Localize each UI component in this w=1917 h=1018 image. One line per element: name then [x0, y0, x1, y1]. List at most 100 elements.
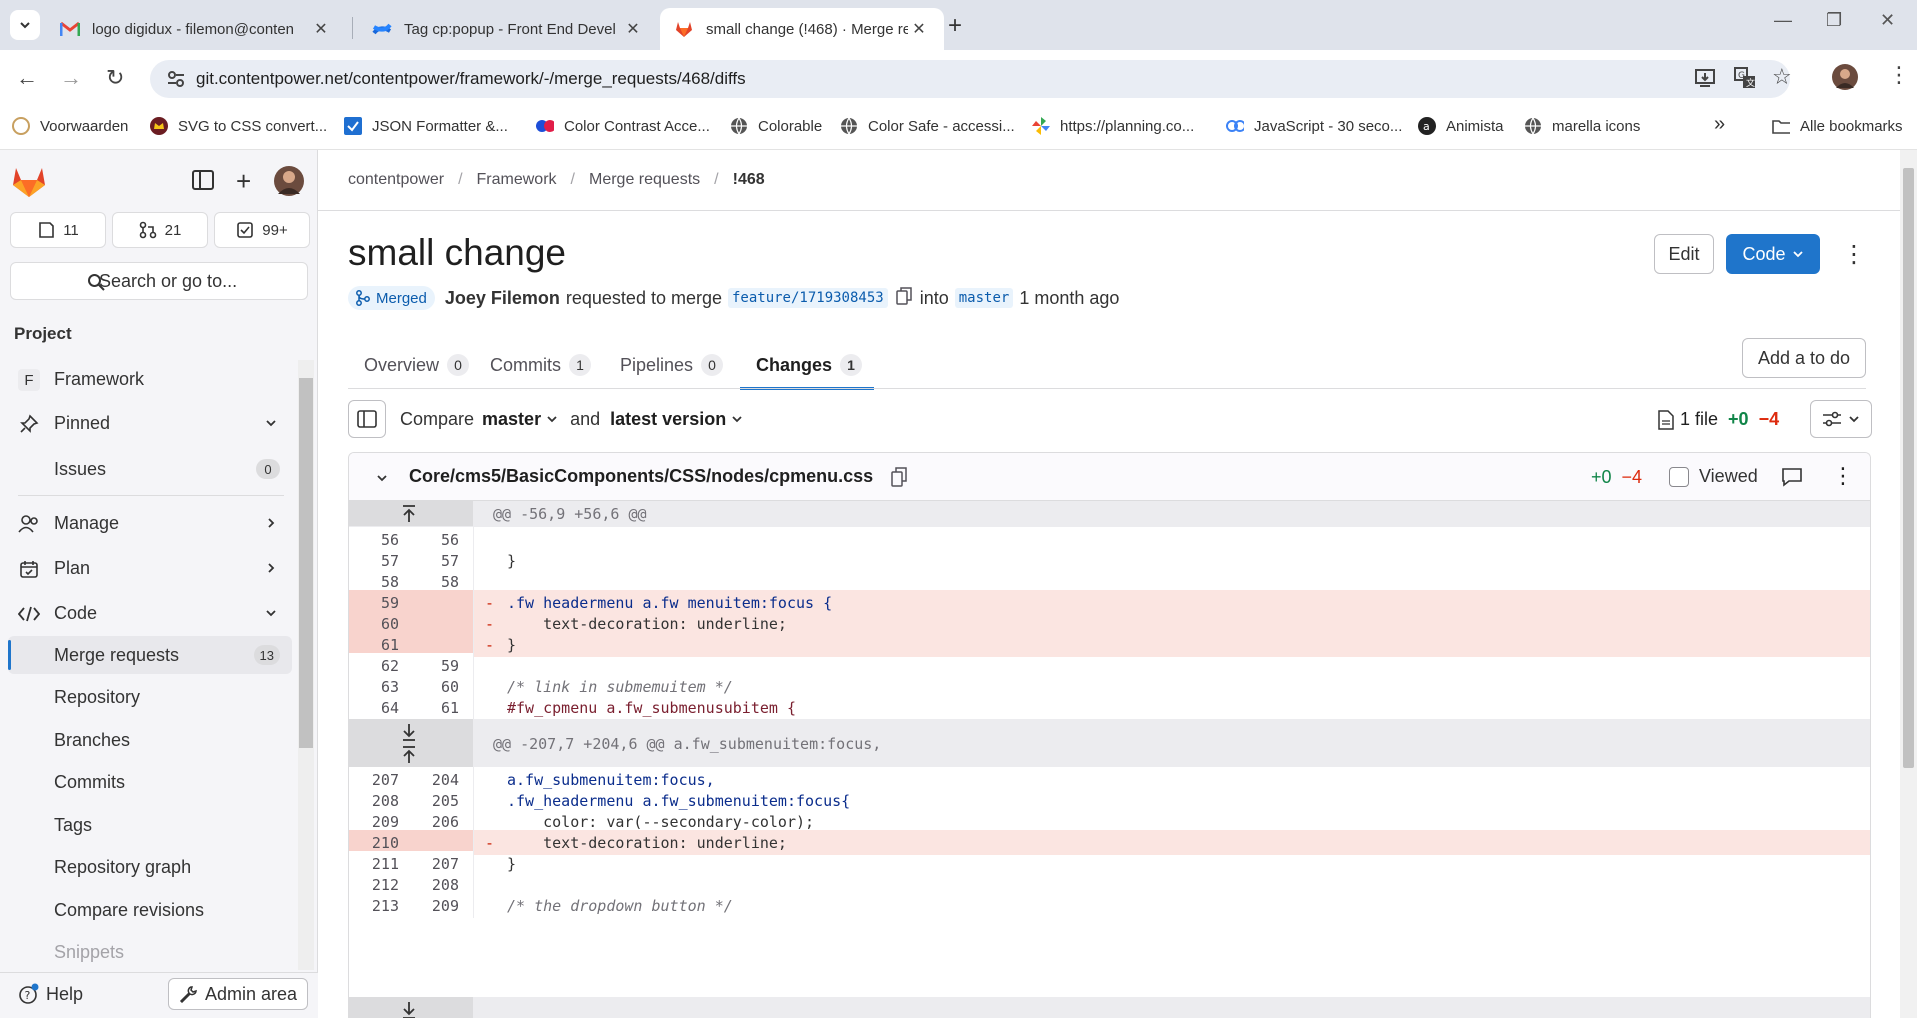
bookmark-item[interactable]: https://planning.co... — [1032, 117, 1194, 135]
sidebar-item-commits[interactable]: Commits — [8, 763, 292, 801]
target-branch[interactable]: master — [954, 288, 1014, 308]
code-dropdown-button[interactable]: Code — [1726, 234, 1820, 274]
users-icon — [18, 513, 40, 535]
checkbox[interactable] — [1669, 466, 1689, 487]
sidebar-item-merge-requests[interactable]: Merge requests 13 — [8, 636, 292, 674]
chevron-down-icon[interactable] — [375, 470, 389, 490]
browser-menu-icon[interactable]: ⋮ — [1888, 62, 1910, 88]
tab-changes[interactable]: Changes 1 — [740, 342, 874, 390]
minimize-icon[interactable]: — — [1774, 10, 1792, 31]
translate-icon[interactable]: G文 — [1734, 67, 1756, 94]
bookmark-star-icon[interactable]: ☆ — [1772, 66, 1792, 88]
sidebar-item-issues[interactable]: Issues 0 — [8, 450, 292, 488]
copy-icon[interactable] — [895, 286, 912, 310]
address-bar[interactable]: git.contentpower.net/contentpower/framew… — [150, 60, 1790, 98]
edit-button[interactable]: Edit — [1654, 234, 1714, 274]
forward-icon[interactable]: → — [60, 65, 82, 91]
sidebar-item-snippets[interactable]: Snippets — [8, 933, 292, 971]
bookmark-item[interactable]: JSON Formatter &... — [344, 117, 508, 135]
close-window-icon[interactable]: ✕ — [1880, 10, 1895, 31]
expand-down-icon[interactable] — [401, 1001, 417, 1018]
bookmark-item[interactable]: JavaScript - 30 seco... — [1226, 117, 1402, 135]
expand-up-icon[interactable] — [401, 746, 417, 768]
head-version-dropdown[interactable]: latest version — [610, 409, 743, 430]
toggle-file-tree-button[interactable] — [348, 400, 386, 438]
sidebar-item-repository-graph[interactable]: Repository graph — [8, 848, 292, 886]
more-actions-icon[interactable]: ⋮ — [1842, 240, 1866, 269]
restore-icon[interactable]: ❐ — [1826, 10, 1842, 31]
create-new-icon[interactable]: + — [236, 166, 251, 197]
diff-stats[interactable]: 1 file +0 −4 — [1658, 409, 1779, 430]
viewed-checkbox[interactable]: Viewed — [1669, 466, 1758, 487]
copy-icon[interactable] — [891, 467, 907, 492]
toggle-sidebar-icon[interactable] — [192, 170, 214, 195]
sidebar-item-plan[interactable]: Plan — [8, 549, 292, 587]
sidebar-item-framework[interactable]: F Framework — [8, 360, 292, 398]
divider — [318, 210, 1900, 211]
expand-up-icon[interactable] — [401, 505, 417, 527]
browser-tab-gitlab[interactable]: small change (!468) · Merge req ✕ — [660, 8, 944, 50]
breadcrumb-item[interactable]: Merge requests — [589, 171, 700, 189]
reload-icon[interactable]: ↻ — [106, 65, 124, 91]
avatar[interactable] — [1832, 64, 1858, 95]
breadcrumb-item[interactable]: Framework — [477, 171, 557, 189]
expand-lines-row[interactable] — [349, 997, 1870, 1018]
close-icon[interactable]: ✕ — [622, 19, 644, 39]
bookmark-item[interactable]: SVG to CSS convert... — [150, 117, 327, 135]
bookmark-item[interactable]: Colorable — [730, 117, 822, 135]
bookmark-item[interactable]: Color Safe - accessi... — [840, 117, 1015, 135]
bookmark-item[interactable]: a Animista — [1418, 117, 1504, 135]
diff-line[interactable]: 213 209/* the dropdown button */ — [349, 893, 1870, 918]
user-avatar[interactable] — [274, 166, 304, 201]
comment-icon[interactable] — [1781, 467, 1803, 492]
sidebar-scrollbar-thumb[interactable] — [299, 378, 313, 748]
tab-commits[interactable]: Commits 1 — [474, 342, 604, 388]
bookmark-item[interactable]: marella icons — [1524, 117, 1640, 135]
help-button[interactable]: ? Help — [18, 983, 83, 1005]
browser-tab-gmail[interactable]: logo digidux - filemon@conten ✕ — [46, 8, 346, 50]
breadcrumb-item[interactable]: contentpower — [348, 171, 444, 189]
author-name[interactable]: Joey Filemon — [445, 288, 560, 309]
sidebar-item-pinned[interactable]: Pinned — [8, 404, 292, 442]
sidebar-item-branches[interactable]: Branches — [8, 721, 292, 759]
diff-line[interactable]: 64 61 #fw_cpmenu a.fw_submenusubitem { — [349, 695, 1870, 720]
sidebar-item-code[interactable]: Code — [8, 594, 292, 632]
search-button[interactable]: Search or go to... — [10, 262, 308, 300]
browser-tab-confluence[interactable]: Tag cp:popup - Front End Devel ✕ — [358, 8, 658, 50]
base-version-dropdown[interactable]: master — [482, 409, 558, 430]
sidebar-item-repository[interactable]: Repository — [8, 678, 292, 716]
diff-preferences-button[interactable] — [1810, 400, 1872, 438]
expand-down-icon[interactable] — [401, 723, 417, 745]
gitlab-logo[interactable] — [12, 166, 46, 203]
merge-requests-counter[interactable]: 21 — [112, 212, 208, 248]
more-bookmarks-button[interactable]: » — [1714, 113, 1725, 136]
file-options-icon[interactable]: ⋮ — [1832, 463, 1854, 489]
bookmark-item[interactable]: Voorwaarden — [12, 117, 128, 135]
tab-overview[interactable]: Overview 0 — [348, 342, 474, 388]
breadcrumb-current[interactable]: !468 — [733, 171, 765, 189]
new-tab-button[interactable]: + — [948, 12, 962, 40]
page-scrollbar-thumb[interactable] — [1903, 168, 1914, 768]
source-branch[interactable]: feature/1719308453 — [727, 288, 888, 308]
todos-counter[interactable]: 99+ — [214, 212, 310, 248]
add-todo-button[interactable]: Add a to do — [1742, 338, 1866, 378]
tab-pipelines[interactable]: Pipelines 0 — [604, 342, 740, 388]
chevron-down-icon — [1792, 251, 1803, 258]
install-app-icon[interactable] — [1694, 67, 1716, 94]
close-icon[interactable]: ✕ — [310, 19, 332, 39]
back-icon[interactable]: ← — [16, 65, 38, 91]
count-badge: 1 — [569, 354, 591, 376]
tab-label: Tag cp:popup - Front End Devel — [404, 20, 616, 38]
site-settings-icon[interactable] — [166, 69, 186, 94]
bookmark-item[interactable]: Color Contrast Acce... — [536, 117, 710, 135]
all-bookmarks-folder[interactable]: Alle bookmarks — [1772, 117, 1903, 135]
sidebar-item-tags[interactable]: Tags — [8, 806, 292, 844]
file-path[interactable]: Core/cms5/BasicComponents/CSS/nodes/cpme… — [409, 466, 873, 487]
admin-area-button[interactable]: Admin area — [168, 978, 308, 1010]
assigned-issues-counter[interactable]: 11 — [10, 212, 106, 248]
tab-search-button[interactable] — [10, 10, 40, 40]
pin-icon — [18, 413, 40, 435]
close-icon[interactable]: ✕ — [908, 19, 930, 39]
sidebar-item-manage[interactable]: Manage — [8, 504, 292, 542]
sidebar-item-compare-revisions[interactable]: Compare revisions — [8, 891, 292, 929]
